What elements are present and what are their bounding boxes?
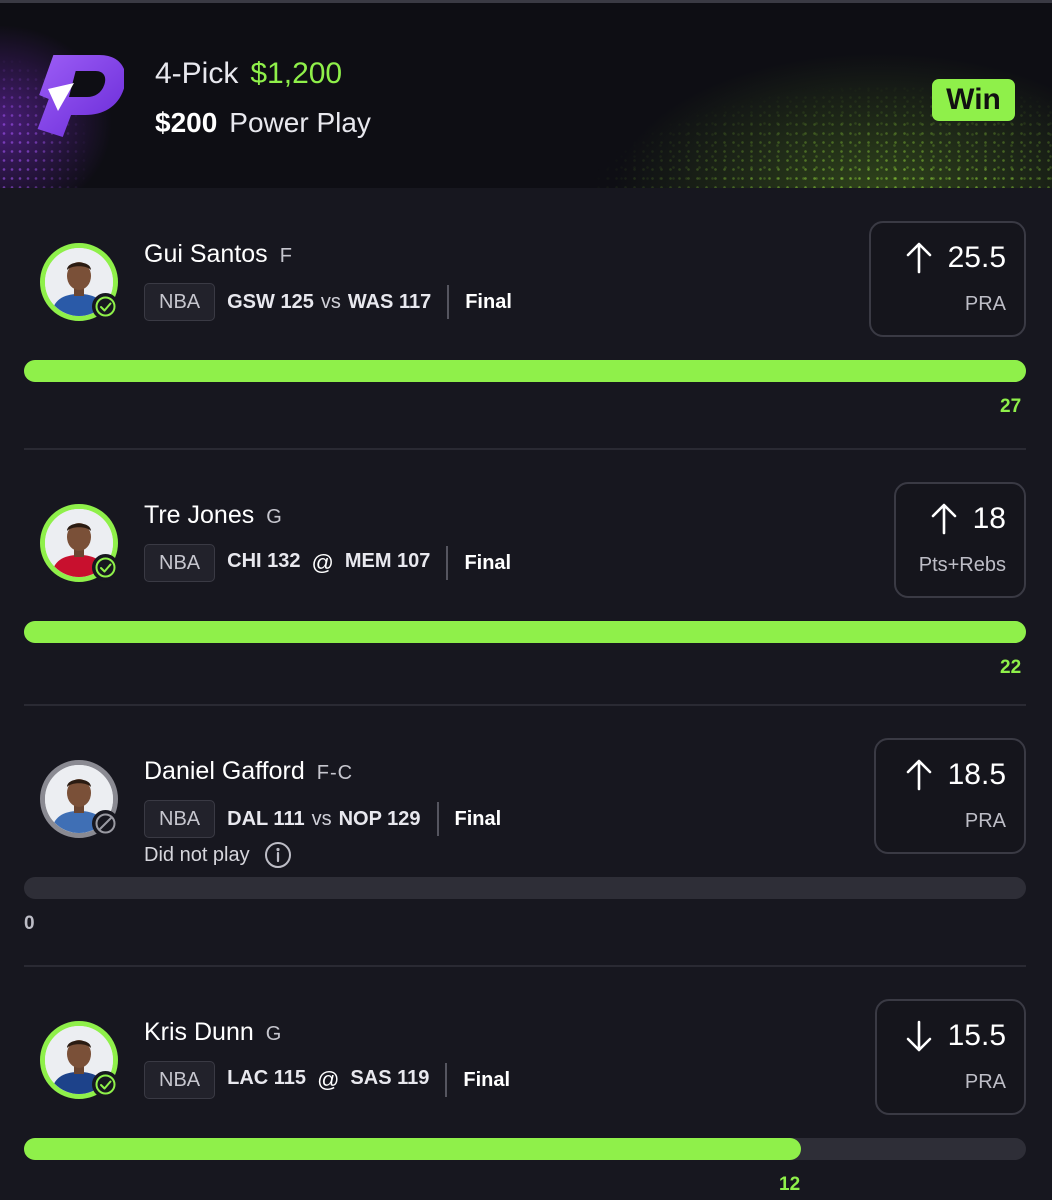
check-circle-icon bbox=[92, 293, 119, 320]
payout-amount: $1,200 bbox=[250, 57, 343, 90]
arrow-down-icon bbox=[906, 1020, 931, 1052]
game-info: NBA CHI 132 @ MEM 107 Final bbox=[144, 544, 511, 582]
projection-stat: Pts+Rebs bbox=[918, 554, 1006, 576]
player-name: Daniel Gafford bbox=[144, 757, 305, 785]
player-position: F bbox=[279, 245, 293, 267]
arrow-up-icon bbox=[906, 759, 931, 791]
progress-fill bbox=[24, 360, 1026, 382]
projection-line: 25.5 bbox=[904, 241, 1006, 275]
matchup-connector: vs bbox=[311, 807, 332, 830]
vertical-divider bbox=[436, 802, 439, 836]
game-status: Final bbox=[454, 807, 502, 830]
player-info: Gui Santos F bbox=[144, 240, 293, 269]
league-tag: NBA bbox=[144, 800, 216, 838]
projection-value: 18 bbox=[972, 502, 1006, 535]
matchup: LAC 115 @ SAS 119 bbox=[227, 1067, 429, 1093]
game-info: NBA GSW 125 vs WAS 117 Final bbox=[144, 283, 512, 321]
projection-line: 18.5 bbox=[904, 758, 1006, 792]
player-info: Tre Jones G bbox=[144, 501, 283, 530]
matchup-connector: @ bbox=[317, 1067, 340, 1092]
player-name: Tre Jones bbox=[144, 501, 255, 529]
result-badge: Win bbox=[932, 79, 1015, 121]
player-info: Kris Dunn G bbox=[144, 1018, 282, 1047]
team-away-score: SAS 119 bbox=[350, 1067, 430, 1089]
projection-value: 18.5 bbox=[947, 758, 1006, 791]
player-avatar bbox=[40, 760, 119, 838]
play-type: Power Play bbox=[229, 107, 371, 138]
matchup-connector: vs bbox=[320, 290, 341, 313]
team-away-score: NOP 129 bbox=[338, 807, 421, 830]
actual-stat-value: 12 bbox=[779, 1174, 801, 1195]
player-avatar bbox=[40, 1021, 119, 1099]
row-separator bbox=[24, 448, 1026, 450]
matchup: CHI 132 @ MEM 107 bbox=[227, 550, 430, 576]
league-tag: NBA bbox=[144, 544, 216, 582]
player-avatar bbox=[40, 504, 119, 582]
player-position: F-C bbox=[316, 762, 354, 784]
matchup: GSW 125 vs WAS 117 bbox=[227, 291, 431, 314]
progress-fill bbox=[24, 1138, 801, 1160]
row-separator bbox=[24, 704, 1026, 706]
actual-stat-value: 27 bbox=[1000, 396, 1022, 417]
player-name: Kris Dunn bbox=[144, 1018, 254, 1046]
game-info: NBA DAL 111 vs NOP 129 Final bbox=[144, 800, 501, 838]
league-tag: NBA bbox=[144, 283, 216, 321]
player-name: Gui Santos bbox=[144, 240, 268, 268]
team-home-score: LAC 115 bbox=[227, 1067, 307, 1089]
did-not-play-note: Did not play bbox=[144, 841, 292, 869]
prizepicks-logo-icon bbox=[37, 55, 124, 137]
matchup: DAL 111 vs NOP 129 bbox=[227, 808, 420, 831]
did-not-play-label: Did not play bbox=[144, 843, 250, 866]
game-status: Final bbox=[464, 551, 512, 574]
progress-track bbox=[24, 621, 1026, 643]
projection-value: 15.5 bbox=[947, 1019, 1006, 1052]
team-home-score: CHI 132 bbox=[227, 550, 301, 572]
header-green-texture bbox=[0, 3, 1052, 188]
player-position: G bbox=[266, 506, 283, 528]
team-home-score: GSW 125 bbox=[227, 290, 314, 313]
player-avatar bbox=[40, 243, 119, 321]
actual-stat-value: 0 bbox=[24, 913, 35, 934]
projection-stat: PRA bbox=[964, 293, 1006, 315]
projection-box[interactable]: 15.5 PRA bbox=[875, 999, 1026, 1115]
did-not-play-icon bbox=[92, 810, 119, 837]
actual-stat-value: 22 bbox=[1000, 657, 1022, 678]
arrow-up-icon bbox=[931, 503, 956, 535]
vertical-divider bbox=[447, 285, 450, 319]
arrow-up-icon bbox=[906, 242, 931, 274]
projection-stat: PRA bbox=[964, 1071, 1006, 1093]
league-tag: NBA bbox=[144, 1061, 216, 1099]
check-circle-icon bbox=[92, 554, 119, 581]
check-circle-icon bbox=[92, 1071, 119, 1098]
progress-track bbox=[24, 1138, 1026, 1160]
matchup-connector: @ bbox=[311, 550, 334, 575]
progress-track bbox=[24, 360, 1026, 382]
team-away-score: WAS 117 bbox=[347, 290, 432, 313]
stake-summary: $200 Power Play bbox=[155, 107, 371, 139]
vertical-divider bbox=[446, 546, 449, 580]
game-status: Final bbox=[465, 290, 512, 313]
game-info: NBA LAC 115 @ SAS 119 Final bbox=[144, 1061, 510, 1099]
projection-box[interactable]: 18 Pts+Rebs bbox=[894, 482, 1026, 598]
projection-line: 15.5 bbox=[904, 1019, 1006, 1053]
row-separator bbox=[24, 965, 1026, 967]
pick-summary: 4-Pick $1,200 bbox=[155, 57, 342, 91]
projection-box[interactable]: 25.5 PRA bbox=[869, 221, 1026, 337]
projection-line: 18 bbox=[929, 502, 1006, 536]
vertical-divider bbox=[445, 1063, 448, 1097]
team-away-score: MEM 107 bbox=[344, 550, 431, 572]
stake-amount: $200 bbox=[155, 107, 218, 138]
entry-header: 4-Pick $1,200 $200 Power Play Win bbox=[0, 0, 1052, 188]
projection-box[interactable]: 18.5 PRA bbox=[874, 738, 1026, 854]
player-position: G bbox=[265, 1023, 283, 1045]
projection-stat: PRA bbox=[964, 810, 1006, 832]
info-icon[interactable] bbox=[264, 841, 292, 869]
projection-value: 25.5 bbox=[947, 241, 1006, 274]
pick-count: 4-Pick bbox=[155, 57, 239, 90]
game-status: Final bbox=[463, 1068, 511, 1091]
player-info: Daniel Gafford F-C bbox=[144, 757, 353, 786]
team-home-score: DAL 111 bbox=[227, 807, 305, 830]
progress-fill bbox=[24, 621, 1026, 643]
progress-track bbox=[24, 877, 1026, 899]
